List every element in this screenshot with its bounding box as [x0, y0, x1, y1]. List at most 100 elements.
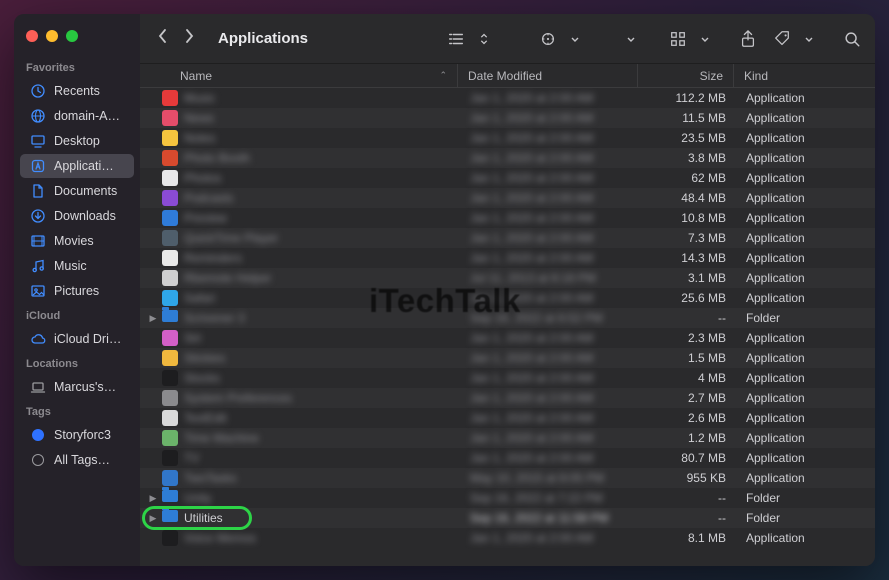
- file-date: Jan 1, 2020 at 2:00 AM: [460, 371, 640, 385]
- file-size: 3.1 MB: [640, 271, 736, 285]
- table-row[interactable]: ▶UtilitiesSep 16, 2022 at 11:58 PM--Fold…: [140, 508, 875, 528]
- minimize-button[interactable]: [46, 30, 58, 42]
- table-row[interactable]: NewsJan 1, 2020 at 2:00 AM11.5 MBApplica…: [140, 108, 875, 128]
- sidebar-item-applicati-[interactable]: Applicati…: [20, 154, 134, 178]
- sidebar-item-pictures[interactable]: Pictures: [20, 279, 134, 303]
- table-row[interactable]: StocksJan 1, 2020 at 2:00 AM4 MBApplicat…: [140, 368, 875, 388]
- file-name: TV: [184, 451, 460, 465]
- group-icon[interactable]: [535, 26, 561, 52]
- sidebar-item-label: Storyforc3: [54, 428, 111, 442]
- table-row[interactable]: Time MachineJan 1, 2020 at 2:00 AM1.2 MB…: [140, 428, 875, 448]
- app-icon: [162, 170, 178, 186]
- sidebar-item-all-tags-[interactable]: All Tags…: [20, 448, 134, 472]
- table-row[interactable]: SafariJan 1, 2020 at 2:00 AM25.6 MBAppli…: [140, 288, 875, 308]
- tags-label: Tags: [14, 400, 140, 422]
- app-icon: [162, 370, 178, 386]
- maximize-button[interactable]: [66, 30, 78, 42]
- search-icon[interactable]: [839, 26, 865, 52]
- table-row[interactable]: PodcastsJan 1, 2020 at 2:00 AM48.4 MBApp…: [140, 188, 875, 208]
- sidebar-item-documents[interactable]: Documents: [20, 179, 134, 203]
- table-row[interactable]: RemindersJan 1, 2020 at 2:00 AM14.3 MBAp…: [140, 248, 875, 268]
- table-row[interactable]: MusicJan 1, 2020 at 2:00 AM112.2 MBAppli…: [140, 88, 875, 108]
- table-row[interactable]: System PreferencesJan 1, 2020 at 2:00 AM…: [140, 388, 875, 408]
- sidebar-item-domain-a-[interactable]: domain-A…: [20, 104, 134, 128]
- file-size: 25.6 MB: [640, 291, 736, 305]
- file-kind: Application: [736, 151, 875, 165]
- sidebar-item-downloads[interactable]: Downloads: [20, 204, 134, 228]
- file-kind: Application: [736, 451, 875, 465]
- file-kind: Application: [736, 471, 875, 485]
- cloud-icon: [30, 331, 46, 347]
- sidebar-item-movies[interactable]: Movies: [20, 229, 134, 253]
- app-icon: [162, 250, 178, 266]
- file-kind: Folder: [736, 491, 875, 505]
- table-row[interactable]: Rbemote HelperJul 11, 2013 at 8:18 PM3.1…: [140, 268, 875, 288]
- file-date: Jan 1, 2020 at 2:00 AM: [460, 171, 640, 185]
- table-row[interactable]: StickiesJan 1, 2020 at 2:00 AM1.5 MBAppl…: [140, 348, 875, 368]
- actions-chevron-icon[interactable]: [803, 26, 815, 52]
- share-icon[interactable]: [735, 26, 761, 52]
- sidebar: Favorites Recentsdomain-A…DesktopApplica…: [14, 14, 140, 566]
- tags-icon[interactable]: [769, 26, 795, 52]
- sidebar-item-label: Desktop: [54, 134, 100, 148]
- file-date: Jan 1, 2020 at 2:00 AM: [460, 91, 640, 105]
- file-date: Jan 1, 2020 at 2:00 AM: [460, 431, 640, 445]
- table-row[interactable]: ▶UnitySep 16, 2022 at 7:22 PM--Folder: [140, 488, 875, 508]
- table-row[interactable]: Voice MemosJan 1, 2020 at 2:00 AM8.1 MBA…: [140, 528, 875, 548]
- sidebar-item-label: All Tags…: [54, 453, 110, 467]
- spare-chevron-icon[interactable]: [625, 26, 637, 52]
- file-date: Jan 1, 2020 at 2:00 AM: [460, 331, 640, 345]
- table-row[interactable]: ▶Scrivener 3Sep 16, 2022 at 6:52 PM--Fol…: [140, 308, 875, 328]
- disclosure-triangle-icon[interactable]: ▶: [148, 513, 158, 524]
- sidebar-item-desktop[interactable]: Desktop: [20, 129, 134, 153]
- table-row[interactable]: SiriJan 1, 2020 at 2:00 AM2.3 MBApplicat…: [140, 328, 875, 348]
- app-icon: [162, 210, 178, 226]
- file-date: Jan 1, 2020 at 2:00 AM: [460, 351, 640, 365]
- file-size: 3.8 MB: [640, 151, 736, 165]
- file-kind: Application: [736, 91, 875, 105]
- grid-chevron-icon[interactable]: [699, 26, 711, 52]
- toolbar: Applications: [140, 14, 875, 64]
- column-name[interactable]: Name⌃: [140, 64, 458, 87]
- picture-icon: [30, 283, 46, 299]
- disclosure-triangle-icon[interactable]: ▶: [148, 493, 158, 504]
- forward-button[interactable]: [182, 28, 196, 49]
- table-row[interactable]: TextEditJan 1, 2020 at 2:00 AM2.6 MBAppl…: [140, 408, 875, 428]
- table-row[interactable]: PreviewJan 1, 2020 at 2:00 AM10.8 MBAppl…: [140, 208, 875, 228]
- file-name: Stickies: [184, 351, 460, 365]
- view-list-icon[interactable]: [443, 26, 469, 52]
- disclosure-triangle-icon[interactable]: ▶: [148, 313, 158, 324]
- file-size: 1.2 MB: [640, 431, 736, 445]
- file-size: 10.8 MB: [640, 211, 736, 225]
- table-row[interactable]: TwoTasksMay 10, 2015 at 8:05 PM955 KBApp…: [140, 468, 875, 488]
- group-chevron-icon[interactable]: [569, 26, 581, 52]
- file-kind: Application: [736, 131, 875, 145]
- table-row[interactable]: PhotosJan 1, 2020 at 2:00 AM62 MBApplica…: [140, 168, 875, 188]
- file-date: Jan 1, 2020 at 2:00 AM: [460, 231, 640, 245]
- app-icon: [162, 350, 178, 366]
- file-size: 2.7 MB: [640, 391, 736, 405]
- close-button[interactable]: [26, 30, 38, 42]
- file-name: QuickTime Player: [184, 231, 460, 245]
- file-size: 2.3 MB: [640, 331, 736, 345]
- folder-icon: [162, 510, 178, 526]
- file-name: TwoTasks: [184, 471, 460, 485]
- table-row[interactable]: TVJan 1, 2020 at 2:00 AM80.7 MBApplicati…: [140, 448, 875, 468]
- column-date[interactable]: Date Modified: [458, 64, 638, 87]
- table-row[interactable]: NotesJan 1, 2020 at 2:00 AM23.5 MBApplic…: [140, 128, 875, 148]
- table-row[interactable]: QuickTime PlayerJan 1, 2020 at 2:00 AM7.…: [140, 228, 875, 248]
- column-kind[interactable]: Kind: [734, 64, 875, 87]
- sidebar-item-music[interactable]: Music: [20, 254, 134, 278]
- sidebar-item-icloud-dri-[interactable]: iCloud Dri…: [20, 327, 134, 351]
- table-row[interactable]: Photo BoothJan 1, 2020 at 2:00 AM3.8 MBA…: [140, 148, 875, 168]
- grid-icon[interactable]: [665, 26, 691, 52]
- view-chevrons-icon[interactable]: [477, 26, 491, 52]
- download-icon: [30, 208, 46, 224]
- sidebar-item-marcus-s-[interactable]: Marcus's…: [20, 375, 134, 399]
- app-icon: [162, 290, 178, 306]
- back-button[interactable]: [156, 28, 170, 49]
- sidebar-item-label: iCloud Dri…: [54, 332, 121, 346]
- sidebar-item-recents[interactable]: Recents: [20, 79, 134, 103]
- column-size[interactable]: Size: [638, 64, 734, 87]
- sidebar-item-storyforc3[interactable]: Storyforc3: [20, 423, 134, 447]
